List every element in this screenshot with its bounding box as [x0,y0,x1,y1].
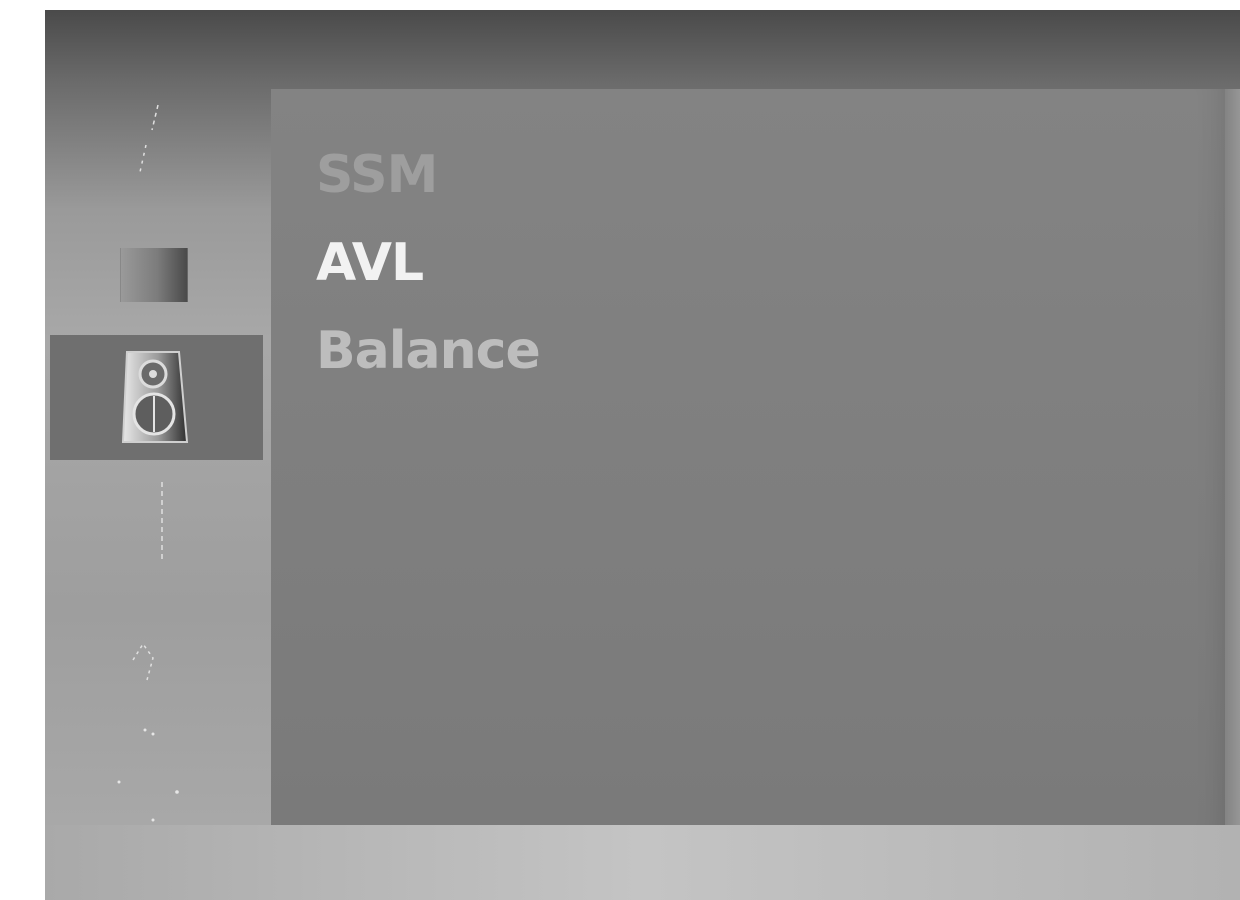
sound-menu-list: SSM AVL Balance [316,131,541,395]
panel-right-edge [1225,89,1240,826]
clock-icon[interactable] [150,480,170,565]
menu-item-avl[interactable]: AVL [316,219,540,307]
menu-item-ssm[interactable]: SSM [316,131,540,219]
sound-menu-panel: SSM AVL Balance [271,89,1236,826]
menu-item-balance[interactable]: Balance [316,307,541,395]
satellite-dish-icon[interactable] [130,100,170,180]
tv-osd-screen: SSM AVL Balance [45,10,1240,900]
picture-icon[interactable] [120,248,188,302]
antenna-icon[interactable] [125,630,165,690]
speaker-icon[interactable] [117,346,193,448]
lock-icon[interactable] [115,720,195,830]
category-sidebar [45,10,270,825]
